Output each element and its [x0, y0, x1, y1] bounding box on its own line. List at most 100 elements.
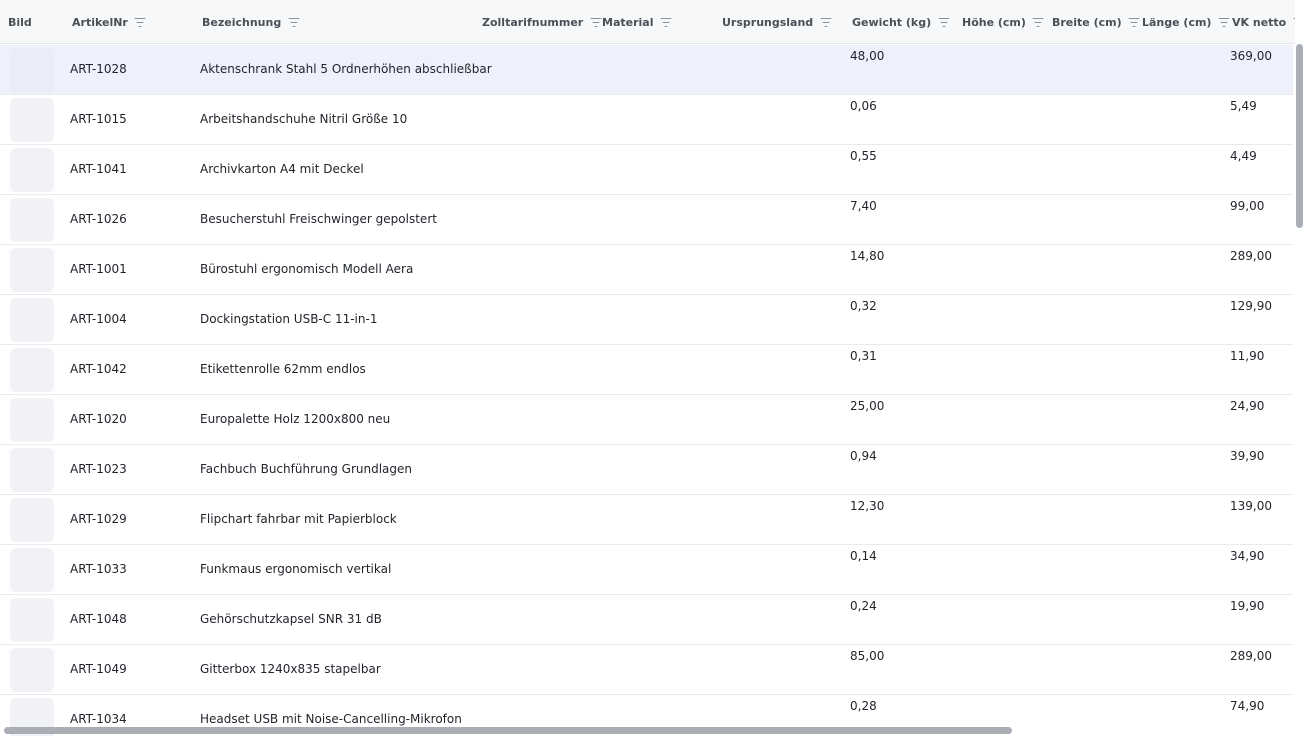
cell-bezeichnung: Fachbuch Buchführung Grundlagen: [200, 462, 413, 476]
cell-vknetto: 19,90: [1230, 599, 1265, 613]
column-header-bild[interactable]: Bild: [8, 0, 32, 44]
column-header-vknetto[interactable]: VK netto: [1232, 0, 1295, 44]
cell-artikelnr: ART-1033: [70, 562, 127, 576]
article-data-grid: Bild ArtikelNr Bezeichnung Zolltarifnumm…: [0, 0, 1295, 736]
column-header-label: Ursprungsland: [722, 15, 814, 29]
column-header-material[interactable]: Material: [602, 0, 672, 44]
column-header-label: Breite (cm): [1052, 15, 1122, 29]
cell-artikelnr: ART-1034: [70, 712, 127, 726]
image-placeholder-icon: [10, 598, 54, 642]
image-placeholder-icon: [10, 498, 54, 542]
cell-artikelnr: ART-1041: [70, 162, 127, 176]
cell-artikelnr: ART-1026: [70, 212, 127, 226]
filter-icon[interactable]: [1128, 17, 1140, 27]
cell-artikelnr: ART-1004: [70, 312, 127, 326]
table-row[interactable]: ART-1001 Bürostuhl ergonomisch Modell Aer…: [0, 245, 1293, 295]
cell-vknetto: 11,90: [1230, 349, 1265, 363]
cell-vknetto: 369,00: [1230, 49, 1272, 63]
cell-vknetto: 24,90: [1230, 399, 1265, 413]
cell-bezeichnung: Besucherstuhl Freischwinger gepolstert: [200, 212, 437, 226]
cell-artikelnr: ART-1001: [70, 262, 127, 276]
column-header-label: Höhe (cm): [962, 15, 1026, 29]
cell-bezeichnung: Aktenschrank Stahl 5 Ordnerhöhen abschli…: [200, 62, 492, 76]
cell-gewicht: 12,30: [850, 499, 885, 513]
vertical-scrollbar-thumb[interactable]: [1296, 44, 1303, 228]
column-header-zolltarifnummer[interactable]: Zolltarifnummer: [482, 0, 602, 44]
image-placeholder-icon: [10, 448, 54, 492]
cell-gewicht: 0,31: [850, 349, 877, 363]
image-placeholder-icon: [10, 348, 54, 392]
table-row[interactable]: ART-1041 Archivkarton A4 mit Deckel 0,55 4,…: [0, 145, 1293, 195]
column-header-label: Zolltarifnummer: [482, 15, 584, 29]
table-row[interactable]: ART-1026 Besucherstuhl Freischwinger gepo…: [0, 195, 1293, 245]
table-row[interactable]: ART-1029 Flipchart fahrbar mit Papierbloc…: [0, 495, 1293, 545]
cell-artikelnr: ART-1042: [70, 362, 127, 376]
cell-gewicht: 0,28: [850, 699, 877, 713]
cell-vknetto: 289,00: [1230, 649, 1272, 663]
column-header-label: Material: [602, 15, 654, 29]
cell-artikelnr: ART-1020: [70, 412, 127, 426]
cell-bezeichnung: Bürostuhl ergonomisch Modell Aera: [200, 262, 414, 276]
cell-artikelnr: ART-1029: [70, 512, 127, 526]
column-header-ursprungsland[interactable]: Ursprungsland: [722, 0, 832, 44]
cell-bezeichnung: Gehörschutzkapsel SNR 31 dB: [200, 612, 382, 626]
filter-icon[interactable]: [938, 17, 950, 27]
filter-icon[interactable]: [1032, 17, 1044, 27]
image-placeholder-icon: [10, 48, 54, 92]
cell-artikelnr: ART-1049: [70, 662, 127, 676]
table-row[interactable]: ART-1028 Aktenschrank Stahl 5 Ordnerhöhen…: [0, 45, 1293, 95]
table-row[interactable]: ART-1048 Gehörschutzkapsel SNR 31 dB 0,24 1…: [0, 595, 1293, 645]
column-header-breite[interactable]: Breite (cm): [1052, 0, 1140, 44]
column-header-hoehe[interactable]: Höhe (cm): [962, 0, 1044, 44]
cell-gewicht: 25,00: [850, 399, 885, 413]
cell-bezeichnung: Dockingstation USB-C 11-in-1: [200, 312, 378, 326]
cell-bezeichnung: Headset USB mit Noise-Cancelling-Mikrofo…: [200, 712, 462, 726]
image-placeholder-icon: [10, 98, 54, 142]
table-row[interactable]: ART-1020 Europalette Holz 1200x800 neu 25,…: [0, 395, 1293, 445]
cell-gewicht: 14,80: [850, 249, 885, 263]
filter-icon[interactable]: [134, 17, 146, 27]
horizontal-scrollbar-thumb[interactable]: [4, 727, 1012, 734]
image-placeholder-icon: [10, 548, 54, 592]
filter-icon[interactable]: [820, 17, 832, 27]
table-row[interactable]: ART-1023 Fachbuch Buchführung Grundlagen 0…: [0, 445, 1293, 495]
image-placeholder-icon: [10, 398, 54, 442]
cell-artikelnr: ART-1023: [70, 462, 127, 476]
column-header-artikelnr[interactable]: ArtikelNr: [72, 0, 146, 44]
column-header-bezeichnung[interactable]: Bezeichnung: [202, 0, 300, 44]
column-header-label: Gewicht (kg): [852, 15, 932, 29]
image-placeholder-icon: [10, 198, 54, 242]
cell-gewicht: 85,00: [850, 649, 885, 663]
cell-gewicht: 48,00: [850, 49, 885, 63]
cell-bezeichnung: Europalette Holz 1200x800 neu: [200, 412, 391, 426]
table-row[interactable]: ART-1049 Gitterbox 1240x835 stapelbar 85,0…: [0, 645, 1293, 695]
filter-icon[interactable]: [288, 17, 300, 27]
cell-bezeichnung: Flipchart fahrbar mit Papierblock: [200, 512, 397, 526]
filter-icon[interactable]: [1218, 17, 1230, 27]
column-header-label: VK netto: [1232, 15, 1287, 29]
cell-gewicht: 7,40: [850, 199, 877, 213]
cell-artikelnr: ART-1048: [70, 612, 127, 626]
image-placeholder-icon: [10, 298, 54, 342]
cell-artikelnr: ART-1028: [70, 62, 127, 76]
cell-vknetto: 34,90: [1230, 549, 1265, 563]
filter-icon[interactable]: [590, 17, 602, 27]
cell-bezeichnung: Arbeitshandschuhe Nitril Größe 10: [200, 112, 408, 126]
column-header-laenge[interactable]: Länge (cm): [1142, 0, 1230, 44]
table-row[interactable]: ART-1004 Dockingstation USB-C 11-in-1 0,32…: [0, 295, 1293, 345]
column-header-label: Bezeichnung: [202, 15, 282, 29]
cell-bezeichnung: Funkmaus ergonomisch vertikal: [200, 562, 392, 576]
cell-vknetto: 129,90: [1230, 299, 1272, 313]
column-header-gewicht[interactable]: Gewicht (kg): [852, 0, 950, 44]
table-row[interactable]: ART-1033 Funkmaus ergonomisch vertikal 0,1…: [0, 545, 1293, 595]
cell-gewicht: 0,24: [850, 599, 877, 613]
table-row[interactable]: ART-1042 Etikettenrolle 62mm endlos 0,31 11…: [0, 345, 1293, 395]
cell-vknetto: 5,49: [1230, 99, 1257, 113]
cell-bezeichnung: Archivkarton A4 mit Deckel: [200, 162, 364, 176]
table-row[interactable]: ART-1015 Arbeitshandschuhe Nitril Größe 1…: [0, 95, 1293, 145]
cell-vknetto: 39,90: [1230, 449, 1265, 463]
image-placeholder-icon: [10, 648, 54, 692]
filter-icon[interactable]: [660, 17, 672, 27]
column-header-label: Bild: [8, 15, 32, 29]
cell-gewicht: 0,06: [850, 99, 877, 113]
